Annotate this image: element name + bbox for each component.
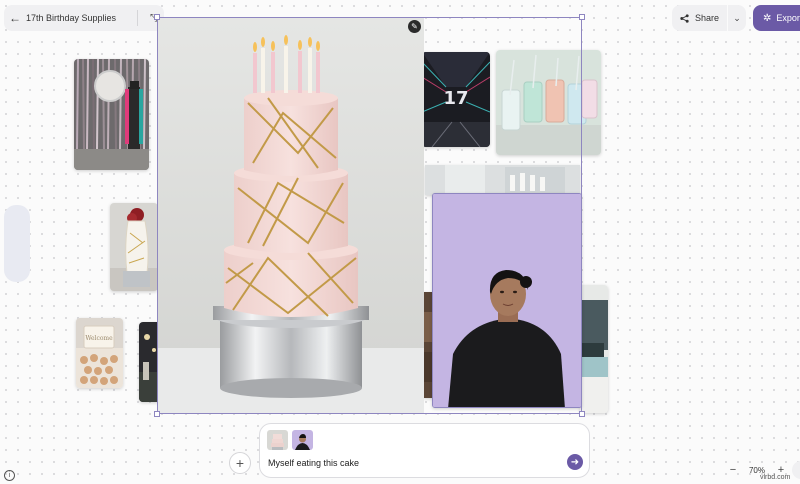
back-arrow-icon[interactable]: ← [4, 11, 26, 25]
share-options-button[interactable]: ⌄ [728, 5, 746, 31]
birthday-cookies-image[interactable]: Welcome [76, 318, 123, 388]
side-panel-handle[interactable] [4, 205, 30, 282]
prompt-input[interactable]: Myself eating this cake [268, 458, 359, 468]
export-button[interactable]: ✲ Export [753, 5, 800, 31]
resize-handle-bottom-left[interactable] [154, 411, 160, 417]
pencil-icon: ✎ [411, 22, 418, 31]
board-title[interactable]: 17th Birthday Supplies [26, 13, 137, 23]
prompt-box[interactable]: Myself eating this cake ➜ [259, 423, 590, 478]
arrow-right-icon: ➜ [570, 456, 580, 468]
share-label: Share [694, 13, 720, 23]
venue-interior-image[interactable] [580, 285, 608, 413]
send-button[interactable]: ➜ [567, 454, 583, 470]
share-icon [680, 13, 689, 23]
cake-thumbnail[interactable] [267, 430, 288, 450]
photo-booth-tinsel-image[interactable] [74, 59, 149, 170]
resize-handle-bottom-right[interactable] [579, 411, 585, 417]
white-cake-red-flowers-image[interactable] [110, 203, 158, 291]
person-thumbnail[interactable] [292, 430, 313, 450]
share-button[interactable]: Share [672, 5, 727, 31]
zoom-out-button[interactable]: − [727, 464, 739, 476]
minimap-toggle[interactable] [792, 461, 800, 479]
watermark: vlrbd.com [760, 474, 791, 481]
plus-icon: + [235, 455, 245, 471]
add-attachment-button[interactable]: + [229, 452, 251, 474]
resize-handle-top-left[interactable] [154, 14, 160, 20]
chevron-down-icon: ⌄ [733, 12, 741, 23]
selection-frame[interactable] [154, 14, 585, 417]
edit-image-button[interactable]: ✎ [408, 20, 421, 33]
export-label: Export [776, 13, 800, 23]
resize-handle-top-right[interactable] [579, 14, 585, 20]
export-icon: ✲ [763, 12, 772, 24]
info-icon[interactable]: i [4, 470, 15, 481]
svg-text:Welcome: Welcome [85, 335, 113, 342]
divider [137, 10, 138, 26]
board-title-bar: ← 17th Birthday Supplies ⤡ [4, 5, 164, 31]
